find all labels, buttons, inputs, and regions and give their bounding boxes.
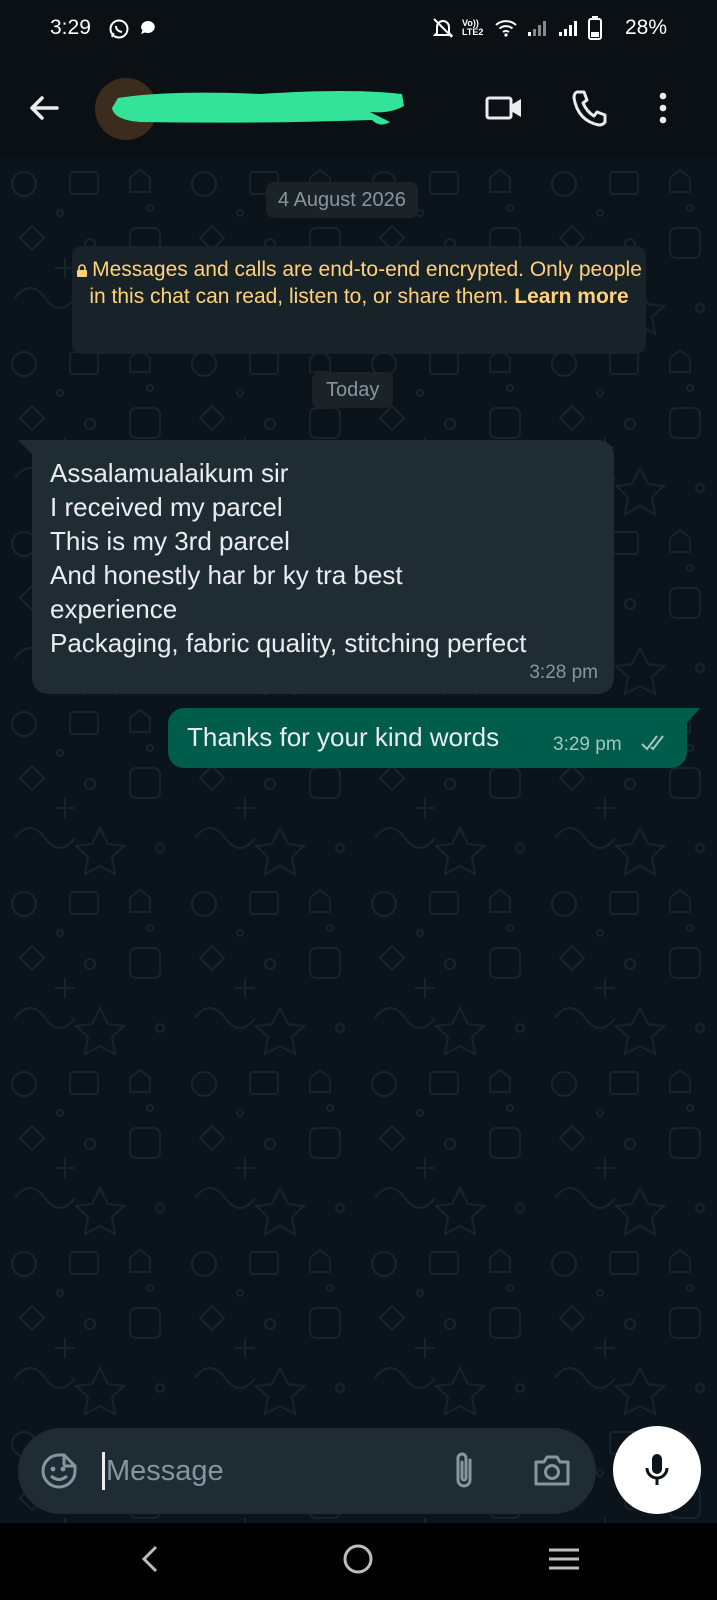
incoming-message[interactable]: Assalamualaikum sir I received my parcel… <box>32 440 614 694</box>
nav-home-icon[interactable] <box>340 1541 376 1577</box>
status-bar: 3:29 Vo)) LTE2 28% <box>0 0 717 60</box>
redacted-name-mark <box>112 91 404 125</box>
status-right-icons: Vo)) LTE2 <box>433 16 655 40</box>
system-nav-bar <box>0 1523 717 1600</box>
battery-percent: 28% <box>624 16 667 39</box>
signal-icon <box>528 21 546 36</box>
chat-header <box>0 60 717 158</box>
outgoing-bubble-tail <box>686 708 700 724</box>
volte-label: Vo)) LTE2 <box>462 18 484 37</box>
today-chip: Today <box>312 372 394 408</box>
date-chip: 4 August 2026 <box>266 182 418 218</box>
message-time: 3:29 pm <box>553 734 622 755</box>
whatsapp-icon <box>109 19 129 39</box>
chat-wallpaper-pattern <box>0 158 717 1523</box>
status-time: 3:29 <box>50 16 91 39</box>
chat-area[interactable]: 4 August 2026 Messages and calls are end… <box>0 158 717 1523</box>
outgoing-message[interactable]: Thanks for your kind words 3:29 pm <box>168 708 687 768</box>
paperclip-icon[interactable] <box>450 1450 478 1492</box>
notification-icons <box>108 18 158 40</box>
back-arrow-icon[interactable] <box>26 90 62 126</box>
signal-icon <box>559 21 577 36</box>
battery-icon <box>588 16 602 40</box>
text-cursor <box>102 1452 105 1490</box>
nav-recents-icon[interactable] <box>547 1541 581 1577</box>
message-input[interactable] <box>106 1448 426 1494</box>
message-time: 3:28 pm <box>529 662 598 683</box>
camera-icon[interactable] <box>533 1453 571 1487</box>
learn-more-link[interactable]: Learn more <box>514 285 628 308</box>
encryption-notice[interactable]: Messages and calls are end-to-end encryp… <box>72 246 646 354</box>
wifi-icon <box>495 20 517 37</box>
bell-off-icon <box>433 18 453 38</box>
phone-icon[interactable] <box>570 88 608 128</box>
nav-back-icon[interactable] <box>138 1541 162 1577</box>
microphone-icon <box>645 1454 669 1485</box>
chat-bubble-icon <box>141 21 155 34</box>
message-text: Assalamualaikum sir I received my parcel… <box>50 458 527 658</box>
video-call-icon[interactable] <box>484 88 524 128</box>
read-ticks-icon <box>641 735 664 751</box>
message-text: Thanks for your kind words <box>187 722 500 752</box>
emoji-sticker-icon[interactable] <box>40 1452 78 1490</box>
more-vertical-icon[interactable] <box>656 88 670 128</box>
message-composer[interactable] <box>18 1428 596 1514</box>
lock-icon <box>77 264 88 277</box>
voice-message-button[interactable] <box>613 1426 701 1514</box>
